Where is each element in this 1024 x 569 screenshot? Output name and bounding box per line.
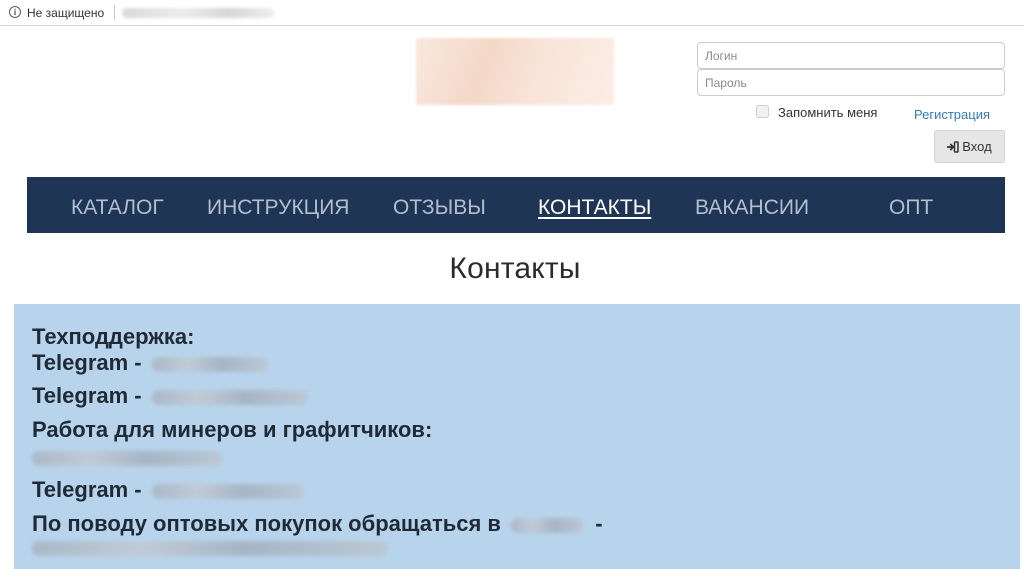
telegram-label: Telegram - bbox=[32, 477, 142, 502]
nav-item-vacancies[interactable]: ВАКАНСИИ bbox=[695, 196, 809, 220]
support-heading: Техподдержка: bbox=[32, 324, 195, 349]
telegram-handle-redacted bbox=[151, 356, 268, 372]
remember-me-label: Запомнить меня bbox=[778, 105, 878, 120]
password-input[interactable] bbox=[697, 69, 1005, 96]
contacts-panel: Техподдержка: Telegram - Telegram - Рабо… bbox=[14, 304, 1020, 569]
jabber-label-redacted bbox=[511, 517, 584, 533]
wholesale-dash: - bbox=[595, 511, 603, 536]
jabber-address-redacted bbox=[32, 541, 388, 556]
site-logo-redacted[interactable] bbox=[416, 38, 614, 105]
telegram-label: Telegram - bbox=[32, 350, 142, 375]
telegram-contact-2: Telegram - bbox=[32, 383, 308, 409]
login-button-label: Вход bbox=[962, 139, 992, 154]
info-circle-icon[interactable]: i bbox=[9, 6, 21, 18]
main-navigation: КАТАЛОГ ИНСТРУКЦИЯ ОТЗЫВЫ КОНТАКТЫ ВАКАН… bbox=[27, 177, 1005, 233]
page-title: Контакты bbox=[449, 252, 581, 285]
miners-heading: Работа для минеров и графитчиков: bbox=[32, 417, 433, 442]
login-button[interactable]: Вход bbox=[934, 130, 1005, 163]
telegram-handle-redacted bbox=[151, 389, 308, 405]
security-status-label[interactable]: Не защищено bbox=[27, 6, 104, 20]
page: i Не защищено Запомнить меня Регистрация… bbox=[0, 0, 1024, 569]
sign-in-icon bbox=[947, 140, 960, 153]
nav-item-reviews[interactable]: ОТЗЫВЫ bbox=[393, 196, 486, 220]
nav-item-catalog[interactable]: КАТАЛОГ bbox=[71, 196, 164, 220]
telegram-handle-redacted bbox=[151, 483, 304, 499]
register-link[interactable]: Регистрация bbox=[914, 107, 990, 122]
nav-item-instructions[interactable]: ИНСТРУКЦИЯ bbox=[207, 196, 349, 220]
nav-item-contacts[interactable]: КОНТАКТЫ bbox=[538, 196, 651, 220]
telegram-contact-3: Telegram - bbox=[32, 477, 304, 503]
url-text-redacted[interactable] bbox=[122, 8, 274, 18]
vipole-contact-redacted bbox=[32, 451, 222, 466]
telegram-label: Telegram - bbox=[32, 383, 142, 408]
wholesale-contact: По поводу оптовых покупок обращаться в - bbox=[32, 511, 603, 537]
browser-address-bar: i Не защищено bbox=[0, 0, 1024, 26]
telegram-contact-1: Telegram - bbox=[32, 350, 268, 376]
login-input[interactable] bbox=[697, 42, 1005, 69]
wholesale-text: По поводу оптовых покупок обращаться в bbox=[32, 511, 501, 536]
remember-me-checkbox[interactable] bbox=[756, 105, 769, 118]
address-divider bbox=[114, 5, 115, 20]
nav-item-wholesale[interactable]: ОПТ bbox=[889, 196, 933, 220]
